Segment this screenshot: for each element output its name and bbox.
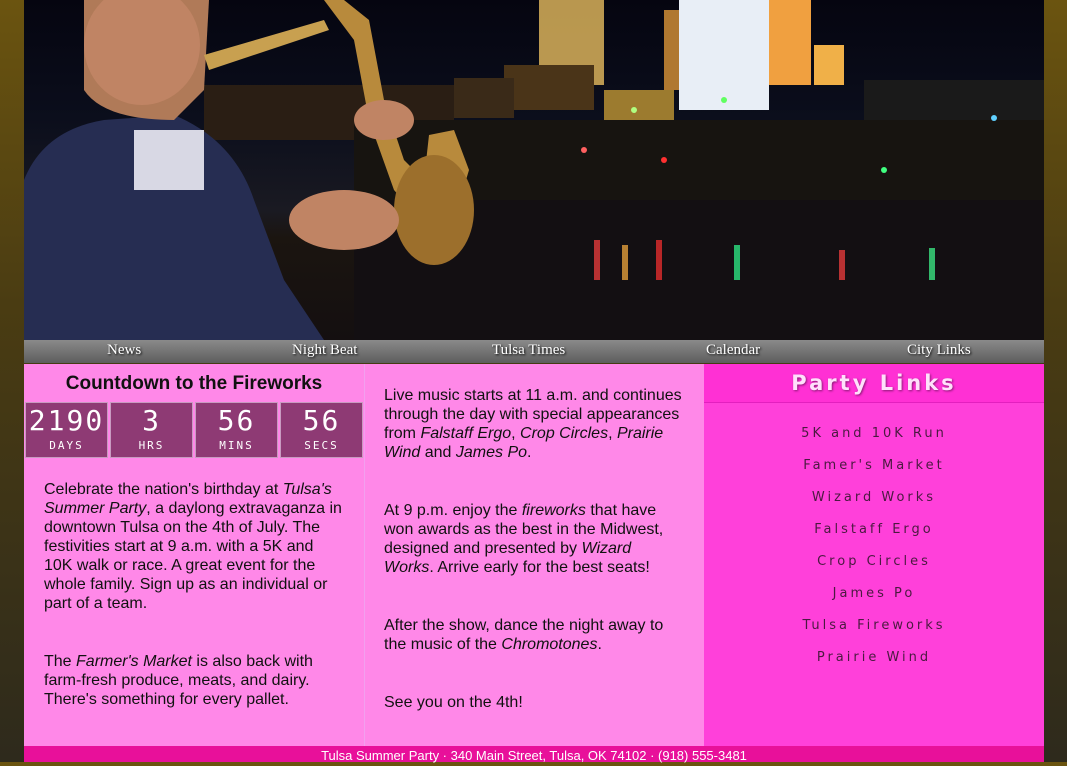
text-span: The <box>44 653 77 670</box>
countdown-title: Countdown to the Fireworks <box>65 373 323 394</box>
band-name: Falstaff Ergo <box>420 425 512 442</box>
party-link-falstaff-ergo[interactable]: Falstaff Ergo <box>704 522 1044 554</box>
countdown-hours-label: HRS <box>138 439 165 452</box>
countdown-secs-value: 56 <box>302 404 341 437</box>
party-link-tulsa-fireworks[interactable]: Tulsa Fireworks <box>704 618 1044 650</box>
band-name: Crop Circles <box>520 425 609 442</box>
countdown-timer: 2190 DAYS 3 HRS 56 MINS 56 SECS <box>24 402 364 458</box>
party-link-prairie-wind[interactable]: Prairie Wind <box>704 650 1044 682</box>
fireworks-term: fireworks <box>521 502 586 519</box>
text-span: . <box>527 444 532 461</box>
countdown-mins: 56 MINS <box>195 402 278 458</box>
intro-paragraph: Celebrate the nation's birthday at Tulsa… <box>44 480 344 613</box>
main-nav: News Night Beat Tulsa Times Calendar Cit… <box>24 340 1044 363</box>
market-paragraph: The Farmer's Market is also back with fa… <box>44 652 344 709</box>
party-link-5k-10k-run[interactable]: 5K and 10K Run <box>704 426 1044 458</box>
countdown-days: 2190 DAYS <box>25 402 108 458</box>
countdown-column: Countdown to the Fireworks 2190 DAYS 3 H… <box>24 364 364 746</box>
fireworks-paragraph: At 9 p.m. enjoy the fireworks that have … <box>384 501 684 577</box>
band-name: Chromotones <box>501 636 598 653</box>
countdown-days-value: 2190 <box>28 404 105 437</box>
hero-banner <box>24 0 1044 340</box>
nav-night-beat[interactable]: Night Beat <box>292 342 357 359</box>
party-link-famers-market[interactable]: Famer's Market <box>704 458 1044 490</box>
text-span: and <box>420 444 456 461</box>
party-link-crop-circles[interactable]: Crop Circles <box>704 554 1044 586</box>
party-link-wizard-works[interactable]: Wizard Works <box>704 490 1044 522</box>
party-link-james-po[interactable]: James Po <box>704 586 1044 618</box>
countdown-hours-value: 3 <box>142 404 161 437</box>
nav-city-links[interactable]: City Links <box>907 342 971 359</box>
party-links-title: Party Links <box>791 371 957 395</box>
party-links-header: Party Links <box>704 364 1044 403</box>
page-footer: Tulsa Summer Party · 340 Main Street, Tu… <box>24 746 1044 763</box>
text-span: At 9 p.m. enjoy the <box>384 502 522 519</box>
countdown-secs-label: SECS <box>304 439 339 452</box>
saxophone-skyline-image <box>24 0 1044 340</box>
details-column: Live music starts at 11 a.m. and continu… <box>364 364 704 746</box>
text-span: , <box>511 425 521 442</box>
countdown-mins-value: 56 <box>217 404 256 437</box>
nav-tulsa-times[interactable]: Tulsa Times <box>492 342 565 359</box>
party-links-list: 5K and 10K Run Famer's Market Wizard Wor… <box>704 426 1044 682</box>
nav-news[interactable]: News <box>107 342 141 359</box>
countdown-secs: 56 SECS <box>280 402 363 458</box>
closing-paragraph: See you on the 4th! <box>384 694 523 711</box>
countdown-hours: 3 HRS <box>110 402 193 458</box>
text-span: , <box>608 425 617 442</box>
text-span: . Arrive early for the best seats! <box>429 559 650 576</box>
footer-address: Tulsa Summer Party · 340 Main Street, Tu… <box>321 748 747 763</box>
party-links-column: Party Links 5K and 10K Run Famer's Marke… <box>704 364 1044 746</box>
market-name: Farmer's Market <box>76 653 192 670</box>
text-span: Celebrate the nation's birthday at <box>44 481 283 498</box>
page: News Night Beat Tulsa Times Calendar Cit… <box>24 0 1044 763</box>
dance-paragraph: After the show, dance the night away to … <box>384 616 684 654</box>
countdown-days-label: DAYS <box>49 439 84 452</box>
text-span: . <box>597 636 602 653</box>
countdown-mins-label: MINS <box>219 439 254 452</box>
music-paragraph: Live music starts at 11 a.m. and continu… <box>384 386 684 462</box>
nav-calendar[interactable]: Calendar <box>706 342 760 359</box>
band-name: James Po <box>455 444 528 461</box>
